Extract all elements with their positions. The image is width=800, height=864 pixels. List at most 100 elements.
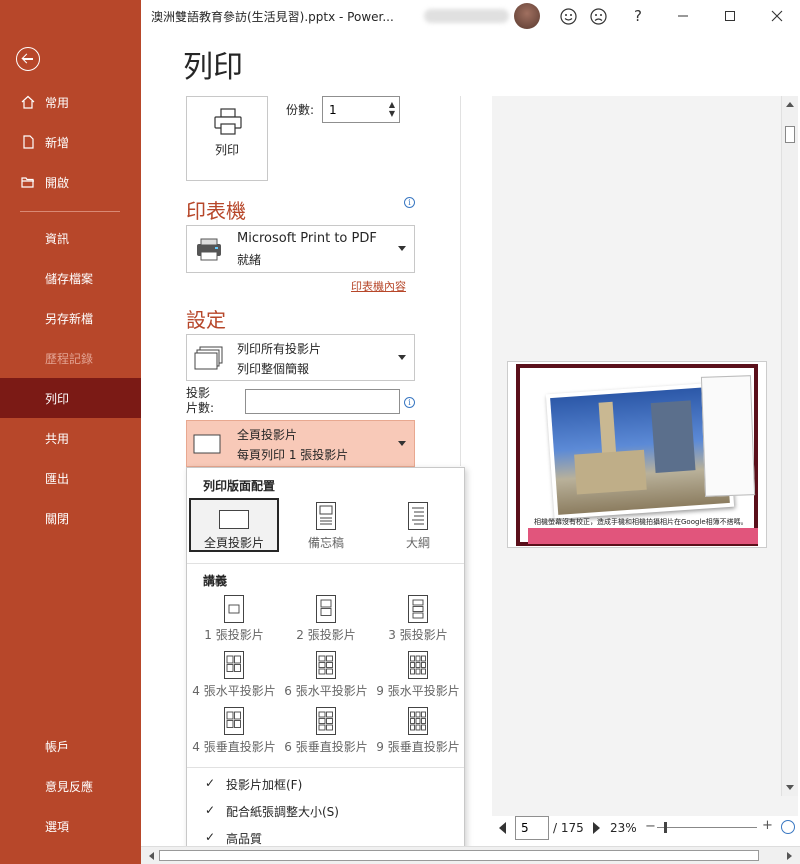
sidebar-item-home[interactable]: 常用 xyxy=(0,82,141,122)
page-number-input[interactable] xyxy=(516,817,546,839)
backstage-sidebar: 常用 新增 開啟 資訊 儲存檔案 另存新檔 歷程記錄 列印 共用 匯出 關閉 帳… xyxy=(0,0,141,864)
sidebar-item-label: 共用 xyxy=(45,431,70,446)
slide-frame: 相機螢幕沒有校正，造成手機和相機拍攝相片在Google相簿不搭嗎。 xyxy=(516,364,758,546)
layout-dropdown[interactable]: 全頁投影片 每頁列印 1 張投影片 xyxy=(186,420,415,467)
scroll-up-icon[interactable] xyxy=(786,102,794,107)
next-page-icon[interactable] xyxy=(593,822,600,834)
sidebar-item-label: 選項 xyxy=(45,819,70,834)
all-slides-icon xyxy=(194,346,223,370)
printer-name: Microsoft Print to PDF xyxy=(237,231,377,246)
skyscraper-shape xyxy=(650,400,696,473)
checkmark-icon: ✓ xyxy=(205,776,216,790)
scroll-left-icon[interactable] xyxy=(149,852,154,860)
sidebar-item-save-as[interactable]: 另存新檔 xyxy=(0,298,141,338)
handout-option[interactable]: 1 張投影片 xyxy=(189,593,279,647)
spin-arrows-icon[interactable]: ▲ ▼ xyxy=(389,100,395,118)
phone-screenshot-shape xyxy=(700,375,756,497)
sidebar-item-label: 意見反應 xyxy=(45,779,94,794)
scroll-down-icon[interactable] xyxy=(786,785,794,790)
handout-page-icon xyxy=(316,707,336,735)
avatar[interactable] xyxy=(514,3,540,29)
layout-option-notes[interactable]: 備忘稿 xyxy=(281,498,371,552)
maximize-icon[interactable] xyxy=(715,0,745,32)
layout-option-label: 大綱 xyxy=(405,536,430,550)
handout-page-icon xyxy=(408,707,428,735)
copies-stepper[interactable]: ▲▼ xyxy=(322,96,400,123)
layout-line2: 每頁列印 1 張投影片 xyxy=(237,448,349,462)
minimize-icon[interactable] xyxy=(668,0,698,32)
close-icon[interactable] xyxy=(762,0,792,32)
sidebar-item-save[interactable]: 儲存檔案 xyxy=(0,258,141,298)
account-name[interactable] xyxy=(424,9,509,23)
zoom-level: 23% xyxy=(610,821,637,835)
sidebar-item-account[interactable]: 帳戶 xyxy=(0,726,141,766)
handout-option[interactable]: 2 張投影片 xyxy=(281,593,371,647)
home-icon xyxy=(21,95,35,109)
handout-option[interactable]: 6 張水平投影片 xyxy=(281,649,371,703)
zoom-slider-thumb[interactable] xyxy=(664,822,667,833)
handout-option[interactable]: 4 張水平投影片 xyxy=(189,649,279,703)
frown-feedback-icon[interactable] xyxy=(583,0,613,32)
print-layout-header: 列印版面配置 xyxy=(203,479,276,493)
sidebar-item-open[interactable]: 開啟 xyxy=(0,162,141,202)
sidebar-item-info[interactable]: 資訊 xyxy=(0,218,141,258)
handout-page-icon xyxy=(224,707,244,735)
sidebar-item-new[interactable]: 新增 xyxy=(0,122,141,162)
range-line1: 列印所有投影片 xyxy=(237,342,322,356)
scrollbar-thumb[interactable] xyxy=(785,126,795,143)
handout-page-icon xyxy=(408,651,428,679)
sidebar-item-options[interactable]: 選項 xyxy=(0,806,141,846)
scale-to-fit-label: 配合紙張調整大小(S) xyxy=(226,805,339,819)
full-page-icon xyxy=(219,510,249,529)
printer-properties-link[interactable]: 印表機內容 xyxy=(351,278,406,294)
handout-option[interactable]: 3 張投影片 xyxy=(373,593,463,647)
page-number-box[interactable] xyxy=(515,816,549,840)
horizontal-scrollbar[interactable] xyxy=(141,846,800,864)
print-button[interactable]: 列印 xyxy=(186,96,268,181)
print-range-dropdown[interactable]: 列印所有投影片 列印整個簡報 xyxy=(186,334,415,381)
checkmark-icon: ✓ xyxy=(205,830,216,844)
sidebar-item-close[interactable]: 關閉 xyxy=(0,498,141,538)
handouts-header: 講義 xyxy=(203,574,228,588)
new-file-icon xyxy=(23,135,34,149)
printer-icon xyxy=(214,108,242,135)
sidebar-item-label: 另存新檔 xyxy=(45,311,94,326)
sidebar-item-label: 資訊 xyxy=(45,231,70,246)
panel-divider xyxy=(187,563,464,564)
copies-label: 份數: xyxy=(286,103,315,117)
dropdown-arrow-icon xyxy=(398,441,406,446)
handout-option[interactable]: 9 張垂直投影片 xyxy=(373,705,463,759)
checkmark-icon: ✓ xyxy=(205,803,216,817)
handout-option[interactable]: 4 張垂直投影片 xyxy=(189,705,279,759)
copies-input[interactable] xyxy=(323,97,373,122)
outline-icon xyxy=(408,502,428,530)
zoom-out-icon[interactable]: − xyxy=(645,819,656,834)
settings-section-title: 設定 xyxy=(186,308,226,332)
printer-dropdown[interactable]: Microsoft Print to PDF 就緒 xyxy=(186,225,415,273)
preview-scrollbar[interactable] xyxy=(781,96,798,796)
sidebar-item-feedback[interactable]: 意見反應 xyxy=(0,766,141,806)
help-icon[interactable]: ? xyxy=(623,0,653,32)
sidebar-item-export[interactable]: 匯出 xyxy=(0,458,141,498)
info-icon[interactable]: i xyxy=(404,397,415,408)
zoom-in-icon[interactable]: + xyxy=(762,818,773,833)
slides-input[interactable] xyxy=(245,389,400,414)
full-page-slide-icon xyxy=(193,434,221,454)
info-icon[interactable]: i xyxy=(404,197,415,208)
zoom-to-page-icon[interactable] xyxy=(781,820,795,834)
handout-option[interactable]: 9 張水平投影片 xyxy=(373,649,463,703)
sidebar-item-print[interactable]: 列印 xyxy=(0,378,141,418)
handout-option-label: 3 張投影片 xyxy=(388,628,448,642)
scrollbar-thumb[interactable] xyxy=(159,850,759,861)
layout-option-full-page[interactable]: 全頁投影片 xyxy=(189,498,279,552)
previous-page-icon[interactable] xyxy=(499,822,506,834)
handout-page-icon xyxy=(316,595,336,623)
zoom-slider[interactable] xyxy=(657,827,757,828)
sidebar-item-share[interactable]: 共用 xyxy=(0,418,141,458)
back-arrow-icon[interactable] xyxy=(16,47,40,71)
handout-option[interactable]: 6 張垂直投影片 xyxy=(281,705,371,759)
scroll-right-icon[interactable] xyxy=(787,852,792,860)
smile-feedback-icon[interactable] xyxy=(553,0,583,32)
layout-option-outline[interactable]: 大綱 xyxy=(373,498,463,552)
title-bar: 澳洲雙語教育參訪(生活見習).pptx - Power... ? xyxy=(141,0,800,32)
